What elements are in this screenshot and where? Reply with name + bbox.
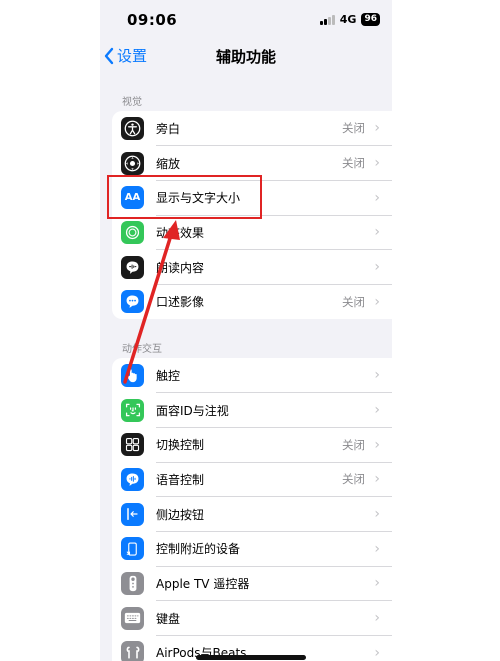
- row-label: 键盘: [156, 611, 181, 626]
- status-time: 09:06: [127, 11, 178, 29]
- chevron-right-icon: ›: [374, 506, 380, 523]
- row-label: 旁白: [156, 121, 181, 136]
- chevron-right-icon: ›: [374, 189, 380, 206]
- chevron-right-icon: ›: [374, 224, 380, 241]
- hand-touch-icon: [121, 363, 144, 387]
- section-header-vision: 视觉: [122, 97, 142, 108]
- chevron-right-icon: ›: [374, 120, 380, 137]
- page-title: 辅助功能: [215, 48, 276, 66]
- home-indicator[interactable]: [196, 655, 306, 660]
- row-value: 关闭: [342, 156, 365, 171]
- row-keyboards[interactable]: 键盘 ›: [112, 601, 392, 636]
- chevron-right-icon: ›: [374, 367, 380, 384]
- row-switch-control[interactable]: 切换控制 关闭 ›: [112, 427, 392, 463]
- chevron-right-icon: ›: [374, 293, 380, 310]
- settings-group-interaction: 触控 › 面容ID与注视 › 切换控制 关闭 › 语音控制 关闭 › 侧边按钮 …: [112, 358, 392, 661]
- chevron-right-icon: ›: [374, 155, 380, 172]
- airpods-icon: [121, 641, 144, 661]
- row-spoken-content[interactable]: 朗读内容 ›: [112, 250, 392, 285]
- chevron-right-icon: ›: [374, 540, 380, 557]
- row-label: 触控: [156, 368, 181, 383]
- row-value: 关闭: [342, 121, 365, 136]
- row-touch[interactable]: 触控 ›: [112, 358, 392, 393]
- chevron-right-icon: ›: [374, 610, 380, 627]
- row-label: 显示与文字大小: [156, 191, 241, 206]
- settings-group-vision: 旁白 关闭 › 缩放 关闭 › AA 显示与文字大小 › 动态效果 › 朗读内容…: [112, 111, 392, 320]
- text-size-icon: AA: [121, 186, 144, 210]
- keyboard-icon: [121, 606, 144, 630]
- chevron-right-icon: ›: [374, 471, 380, 488]
- row-control-nearby-devices[interactable]: 控制附近的设备 ›: [112, 531, 392, 567]
- nearby-devices-icon: [121, 537, 144, 561]
- face-id-icon: [121, 398, 144, 422]
- chevron-right-icon: ›: [374, 644, 380, 661]
- row-voice-control[interactable]: 语音控制 关闭 ›: [112, 462, 392, 497]
- voiceover-icon: [121, 116, 144, 140]
- chevron-right-icon: ›: [374, 436, 380, 453]
- row-motion[interactable]: 动态效果 ›: [112, 215, 392, 250]
- speech-bubble-icon: [121, 255, 144, 279]
- chevron-right-icon: ›: [374, 402, 380, 419]
- network-type: 4G: [339, 13, 357, 26]
- row-label: 切换控制: [156, 438, 205, 453]
- section-header-interaction: 动作交互: [122, 344, 162, 355]
- chevron-right-icon: ›: [374, 259, 380, 276]
- row-voiceover[interactable]: 旁白 关闭 ›: [112, 111, 392, 146]
- row-display-text-size[interactable]: AA 显示与文字大小 ›: [112, 180, 392, 216]
- motion-icon: [121, 220, 144, 244]
- row-label: 缩放: [156, 156, 181, 171]
- side-button-icon: [121, 502, 144, 526]
- row-value: 关闭: [342, 294, 365, 309]
- row-side-button[interactable]: 侧边按钮 ›: [112, 497, 392, 532]
- row-face-id[interactable]: 面容ID与注视 ›: [112, 393, 392, 428]
- row-label: 语音控制: [156, 472, 205, 487]
- status-right: 4G 96: [319, 13, 380, 26]
- status-bar: 09:06 4G 96: [100, 0, 392, 40]
- navigation-bar: 设置 辅助功能: [100, 40, 392, 70]
- row-label: 动态效果: [156, 225, 205, 240]
- row-audio-descriptions[interactable]: 口述影像 关闭 ›: [112, 284, 392, 319]
- row-label: Apple TV 遥控器: [156, 576, 250, 591]
- row-label: 侧边按钮: [156, 507, 205, 522]
- row-label: 面容ID与注视: [156, 403, 229, 418]
- row-apple-tv-remote[interactable]: Apple TV 遥控器 ›: [112, 566, 392, 601]
- signal-icon: [319, 14, 335, 25]
- row-label: 控制附近的设备: [156, 542, 241, 557]
- phone-screen: 09:06 4G 96 设置 辅助功能 视觉 旁白 关闭 › 缩放 关闭 › A…: [100, 0, 392, 661]
- row-value: 关闭: [342, 472, 365, 487]
- battery-icon: 96: [361, 13, 380, 26]
- row-label: 口述影像: [156, 295, 205, 310]
- zoom-icon: [121, 151, 144, 175]
- chevron-right-icon: ›: [374, 575, 380, 592]
- row-value: 关闭: [342, 437, 365, 452]
- switch-control-icon: [121, 433, 144, 457]
- tv-remote-icon: [121, 571, 144, 595]
- voice-control-icon: [121, 467, 144, 491]
- audio-description-icon: [121, 290, 144, 314]
- row-zoom[interactable]: 缩放 关闭 ›: [112, 146, 392, 181]
- row-label: 朗读内容: [156, 260, 205, 275]
